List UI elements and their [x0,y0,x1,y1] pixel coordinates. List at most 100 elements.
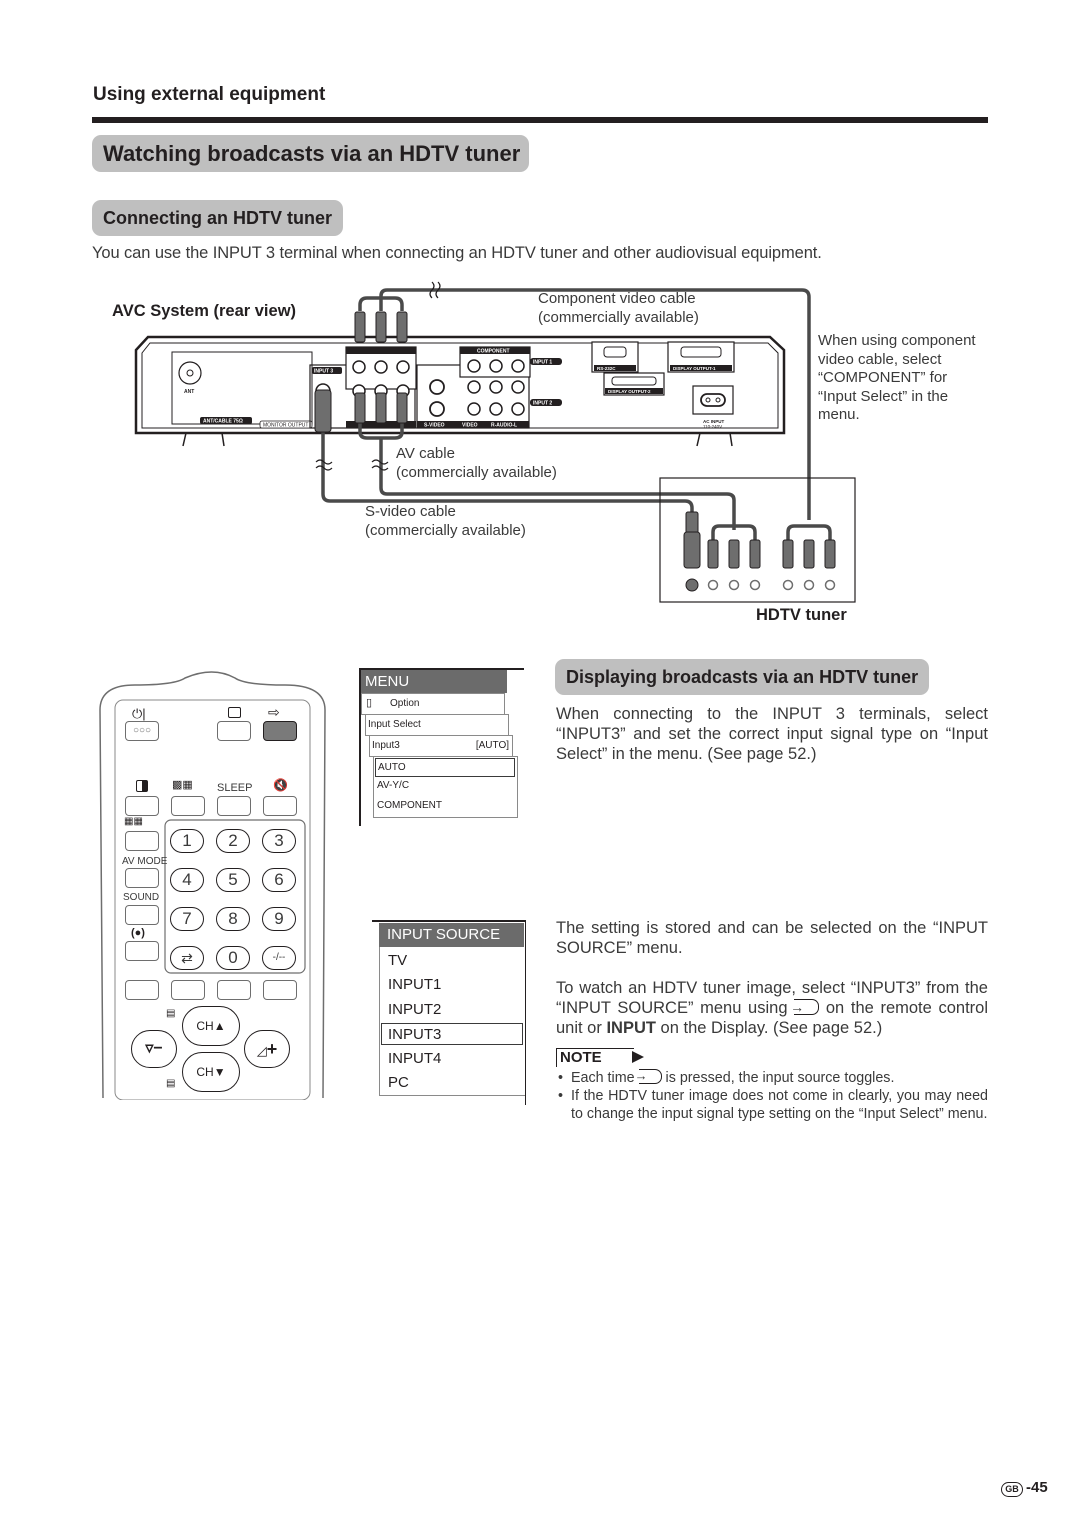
input-source-item[interactable]: INPUT1 [388,976,441,993]
input-source-item[interactable]: TV [388,952,407,969]
input3-value: [AUTO] [475,740,509,751]
sound-button[interactable] [125,905,159,925]
input-button[interactable] [263,721,297,741]
number-keypad: 1 2 3 4 5 6 7 8 9 ⇄ 0 -/-- [170,829,300,970]
sleep-label: SLEEP [217,782,253,794]
display-button[interactable] [217,721,251,741]
option-icon: ▯ [366,697,373,709]
surround-icon: (●) [131,927,145,939]
digit-button[interactable]: 9 [262,907,296,931]
digit-button[interactable]: 7 [170,907,204,931]
note-list: • Each time → is pressed, the input sour… [558,1068,988,1123]
input-type-option[interactable]: COMPONENT [377,800,442,811]
digit-button[interactable]: 4 [170,868,204,892]
input3-row[interactable]: Input3 [AUTO] [369,735,513,757]
region-badge: GB [1001,1482,1023,1497]
picture-flip-icon [136,780,148,792]
input-source-title: INPUT SOURCE [379,923,524,947]
digit-button[interactable]: 6 [262,868,296,892]
digit-button[interactable]: 5 [216,868,250,892]
power-icon: ⏻| [132,706,146,721]
av-mode-button[interactable] [125,868,159,888]
input1-label: INPUT 1 [533,360,552,366]
ch-down-button[interactable]: CH▼ [182,1052,240,1092]
input-source-item[interactable]: INPUT2 [388,1001,441,1018]
sleep-button[interactable] [217,796,251,816]
ac-voltage-label: 110-240V [703,424,722,429]
ch-up-button[interactable]: CH▲ [182,1006,240,1046]
displaying-para3: To watch an HDTV tuner image, select “IN… [556,978,988,1038]
digit-button[interactable]: 2 [216,829,250,853]
input-select-label: Input Select [368,719,421,730]
dash-button[interactable]: -/-- [262,946,296,970]
input3-label: INPUT 3 [314,369,333,375]
color-button[interactable] [263,980,297,1000]
bullet-icon: • [558,1070,564,1086]
note-item: • Each time → is pressed, the input sour… [558,1068,988,1087]
displaying-heading: Displaying broadcasts via an HDTV tuner [555,659,930,695]
note-text: is pressed, the input source toggles. [665,1070,895,1086]
input-source-list: TV INPUT1 INPUT2 INPUT3 INPUT4 PC [379,947,525,1096]
displaying-para1: When connecting to the INPUT 3 terminals… [556,705,988,763]
volume-icon: ◿ [256,1043,267,1058]
page-forward-icon: ▤ [166,1008,176,1019]
input3-label: Input3 [372,740,400,751]
svideo-plug-tuner-tip [685,511,699,535]
rs232c-label: RS-232C [597,366,616,371]
menu-panel: MENU ▯ Option Input Select Input3 [AUTO]… [359,668,527,826]
mute-icon: 🔇 [273,778,288,792]
vol-up-button[interactable]: ◿+ [244,1030,290,1068]
av-mode-label: AV MODE [122,856,168,867]
digit-button[interactable]: 0 [216,946,250,970]
digit-button[interactable]: 3 [262,829,296,853]
component-label: COMPONENT [477,349,510,355]
page-back-icon: ▤ [166,1078,176,1089]
flashback-button[interactable]: ⇄ [170,946,204,970]
input-type-option-selected[interactable]: AUTO [375,758,515,777]
menu-option-row[interactable]: ▯ Option [361,693,505,715]
display-output-1-label: DISPLAY OUTPUT-1 [673,366,716,371]
color-button[interactable] [217,980,251,1000]
remote-button[interactable] [171,796,205,816]
note-label: NOTE [560,1049,602,1066]
note-text: If the HDTV tuner image does not come in… [571,1088,988,1122]
bullet-icon: • [558,1088,564,1104]
svideo-label: S-VIDEO [424,423,445,429]
input-source-item-label: INPUT3 [388,1026,442,1043]
input-icon: → [635,1068,662,1084]
ant-label: ANT [184,389,194,395]
input-type-option[interactable]: AV-Y/C [377,780,409,791]
input-source-item-selected[interactable]: INPUT3 [381,1023,523,1045]
input-keyword: INPUT [606,1019,656,1037]
monitor-output-label: MONITOR OUTPUT [263,423,308,429]
video-label: VIDEO [462,423,478,429]
option-label: AUTO [378,762,406,773]
menu-title: MENU [361,670,507,693]
input-source-item[interactable]: PC [388,1074,409,1091]
surround-button[interactable] [125,941,159,961]
input-source-item[interactable]: INPUT4 [388,1050,441,1067]
para3-text: on the Display. (See page 52.) [660,1019,883,1037]
connection-diagram: ANT ANT/CABLE 75Ω MONITOR OUTPUT INPUT 3… [134,281,856,603]
remote-button[interactable] [125,796,159,816]
color-button[interactable] [171,980,205,1000]
note-text: Each time [571,1070,635,1086]
input-select-row[interactable]: Input Select [365,714,509,736]
svideo-plug-avc [314,389,332,433]
vol-down-button[interactable]: ▿− [131,1030,177,1068]
displaying-para2: The setting is stored and can be selecte… [556,919,988,957]
input-icon: → [790,999,820,1015]
page-number: -45 [1026,1479,1048,1496]
remote-button[interactable] [125,831,159,851]
mute-button[interactable] [263,796,297,816]
menu-option-label: Option [390,698,420,709]
digit-button[interactable]: 8 [216,907,250,931]
input-source-panel: INPUT SOURCE TV INPUT1 INPUT2 INPUT3 INP… [372,920,526,1105]
power-button[interactable]: ○○○ [125,721,159,741]
color-button[interactable] [125,980,159,1000]
svideo-cable [321,430,694,515]
digit-button[interactable]: 1 [170,829,204,853]
input-icon: ⇨ [268,704,280,720]
input2-label: INPUT 2 [533,401,552,407]
display-output-2-label: DISPLAY OUTPUT-2 [608,389,651,394]
